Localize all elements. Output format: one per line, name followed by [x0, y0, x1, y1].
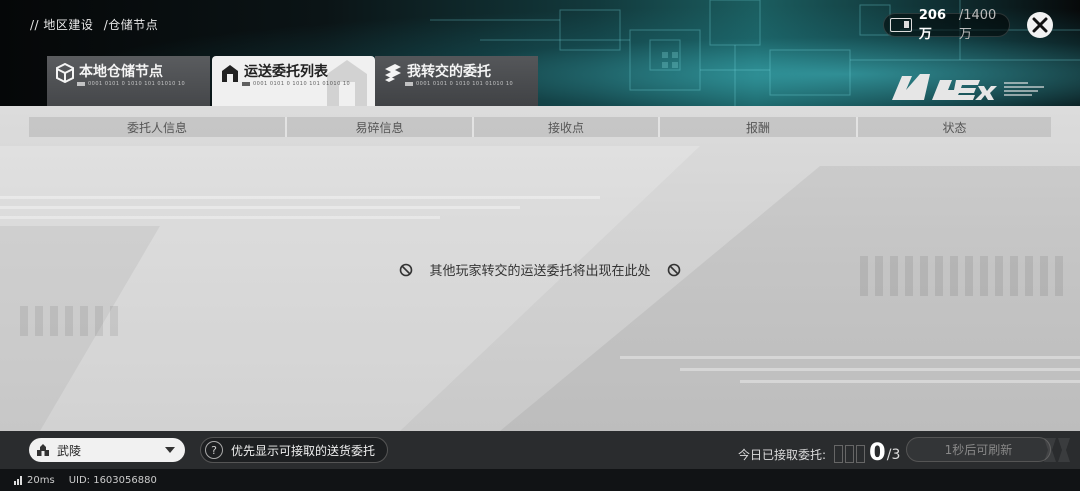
- close-icon: [1032, 17, 1048, 33]
- house-icon: [222, 65, 238, 82]
- column-client-info: 委托人信息: [29, 117, 287, 137]
- table-header: 委托人信息 易碎信息 接收点 报酬 状态: [29, 117, 1051, 137]
- accepted-counter: 今日已接取委托: 0 /3: [738, 438, 901, 466]
- column-reward: 报酬: [660, 117, 858, 137]
- region-name: 武陵: [57, 443, 82, 458]
- house-watermark-icon: [327, 60, 367, 106]
- counter-slots: [834, 445, 867, 463]
- brand-logo: [892, 74, 1044, 100]
- region-map-icon: [37, 444, 49, 456]
- user-id: UID: 1603056880: [68, 474, 157, 486]
- status-bar: 20ms UID: 1603056880: [0, 469, 1080, 491]
- empty-message: 其他玩家转交的运送委托将出现在此处: [429, 264, 651, 279]
- accepted-total: /3: [886, 447, 901, 463]
- region-select[interactable]: 武陵: [29, 438, 185, 462]
- tab-my-transferred[interactable]: 我转交的委托 0001 0101 0 1010 101 01010 10: [375, 56, 538, 106]
- breadcrumb-current: /仓储节点: [103, 18, 159, 32]
- storage-current: 206万: [918, 8, 947, 42]
- accepted-label: 今日已接取委托:: [738, 448, 827, 462]
- no-entry-icon: [400, 263, 413, 276]
- signal-icon: [14, 475, 23, 485]
- tab-delivery-list[interactable]: 运送委托列表 0001 0101 0 1010 101 01010 10: [212, 56, 375, 106]
- column-status: 状态: [942, 120, 967, 135]
- tab-label: 运送委托列表: [244, 64, 328, 80]
- tab-local-storage[interactable]: 本地仓储节点 0001 0101 0 1010 101 01010 10: [47, 56, 210, 106]
- no-entry-icon: [667, 263, 680, 276]
- refresh-label: 1秒后可刷新: [944, 443, 1013, 457]
- delivery-list-panel: 委托人信息 易碎信息 接收点 报酬 状态 其他玩家转交的运送委托将出现在此处: [0, 106, 1080, 431]
- refresh-button[interactable]: 1秒后可刷新: [906, 437, 1051, 462]
- storage-max: /1400万: [958, 8, 997, 42]
- empty-state: 其他玩家转交的运送委托将出现在此处: [0, 260, 1080, 279]
- cube-icon: [56, 63, 74, 83]
- accepted-count: 0: [869, 438, 886, 466]
- column-receiving-point: 接收点: [474, 117, 660, 137]
- storage-icon: [890, 18, 912, 32]
- header: // 地区建设 /仓储节点 206万 /1400万 本地仓储节点 0001 01…: [0, 0, 1080, 106]
- ping-value: 20ms: [27, 474, 55, 486]
- footer-bar: 武陵 ? 优先显示可接取的送货委托 今日已接取委托: 0 /3 1秒后可刷新: [0, 431, 1080, 469]
- tab-code: 0001 0101 0 1010 101 01010 10: [405, 81, 513, 87]
- breadcrumb-region[interactable]: // 地区建设: [30, 18, 93, 32]
- tab-label: 我转交的委托: [407, 64, 491, 80]
- refresh-decoration-icon: [1044, 438, 1070, 462]
- transfer-icon: [385, 64, 401, 82]
- question-icon[interactable]: ?: [205, 441, 223, 459]
- priority-label: 优先显示可接取的送货委托: [231, 443, 376, 458]
- breadcrumb: // 地区建设 /仓储节点: [30, 16, 164, 33]
- close-button[interactable]: [1027, 12, 1053, 38]
- priority-toggle[interactable]: ? 优先显示可接取的送货委托: [200, 437, 389, 463]
- column-fragile-info: 易碎信息: [287, 117, 474, 137]
- chevron-down-icon: [165, 447, 175, 453]
- tab-code: 0001 0101 0 1010 101 01010 10: [77, 81, 185, 87]
- storage-capacity: 206万 /1400万: [883, 8, 1010, 42]
- tab-label: 本地仓储节点: [79, 64, 163, 80]
